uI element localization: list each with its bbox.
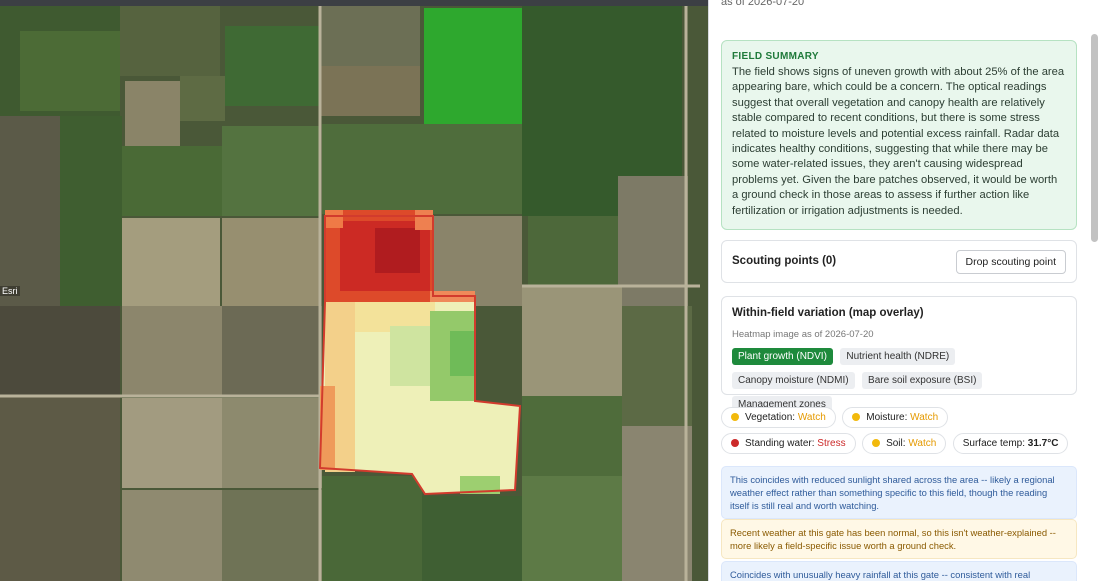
field-summary-text: The field shows signs of uneven growth w… (732, 66, 1065, 217)
standing-water-status: Standing water: Stress (721, 433, 856, 454)
field-details-panel: as of 2026-07-20 FIELD SUMMARY The field… (708, 0, 1100, 581)
insight-note-regional: This coincides with reduced sunlight sha… (721, 466, 1077, 519)
surface-temp-status: Surface temp: 31.7°C (952, 433, 1069, 454)
layer-ndvi[interactable]: Plant growth (NDVI) (732, 348, 833, 365)
field-summary-title: FIELD SUMMARY (732, 51, 819, 62)
standing-water-dot-icon (731, 439, 739, 447)
soil-status-dot-icon (872, 439, 881, 447)
moisture-status-dot-icon (852, 413, 861, 421)
insight-note-field-specific: Recent weather at this gate has been nor… (721, 519, 1077, 559)
vegetation-status-dot-icon (731, 413, 739, 421)
status-row-1: Vegetation: Watch Moisture: Watch (721, 407, 1081, 428)
field-summary-card: FIELD SUMMARY The field shows signs of u… (721, 40, 1077, 231)
scouting-points-label: Scouting points (0) (732, 255, 837, 267)
panel-scrollbar[interactable] (1091, 34, 1098, 242)
map-canvas[interactable] (0, 6, 708, 581)
within-field-variation-card: Within-field variation (map overlay) Hea… (721, 296, 1077, 413)
drop-scouting-point-button[interactable]: Drop scouting point (955, 250, 1066, 274)
heatmap-date: Heatmap image as of 2026-07-20 (732, 329, 874, 340)
vegetation-status: Vegetation: Watch (721, 407, 836, 428)
satellite-map[interactable]: Esri (0, 6, 708, 581)
layer-bsi[interactable]: Bare soil exposure (BSI) (862, 372, 983, 389)
scouting-points-card: Scouting points (0) Drop scouting point (721, 240, 1077, 283)
moisture-status: Moisture: Watch (842, 407, 949, 428)
as-of-date: as of 2026-07-20 (721, 0, 805, 8)
soil-status: Soil: Watch (862, 433, 947, 454)
layer-ndmi[interactable]: Canopy moisture (NDMI) (732, 372, 855, 389)
insight-note-rainfall: Coincides with unusually heavy rainfall … (721, 561, 1077, 581)
status-row-2: Standing water: Stress Soil: Watch Surfa… (721, 433, 1081, 454)
map-attribution: Esri (0, 286, 20, 296)
layer-ndre[interactable]: Nutrient health (NDRE) (840, 348, 956, 365)
variation-title: Within-field variation (map overlay) (732, 307, 924, 319)
